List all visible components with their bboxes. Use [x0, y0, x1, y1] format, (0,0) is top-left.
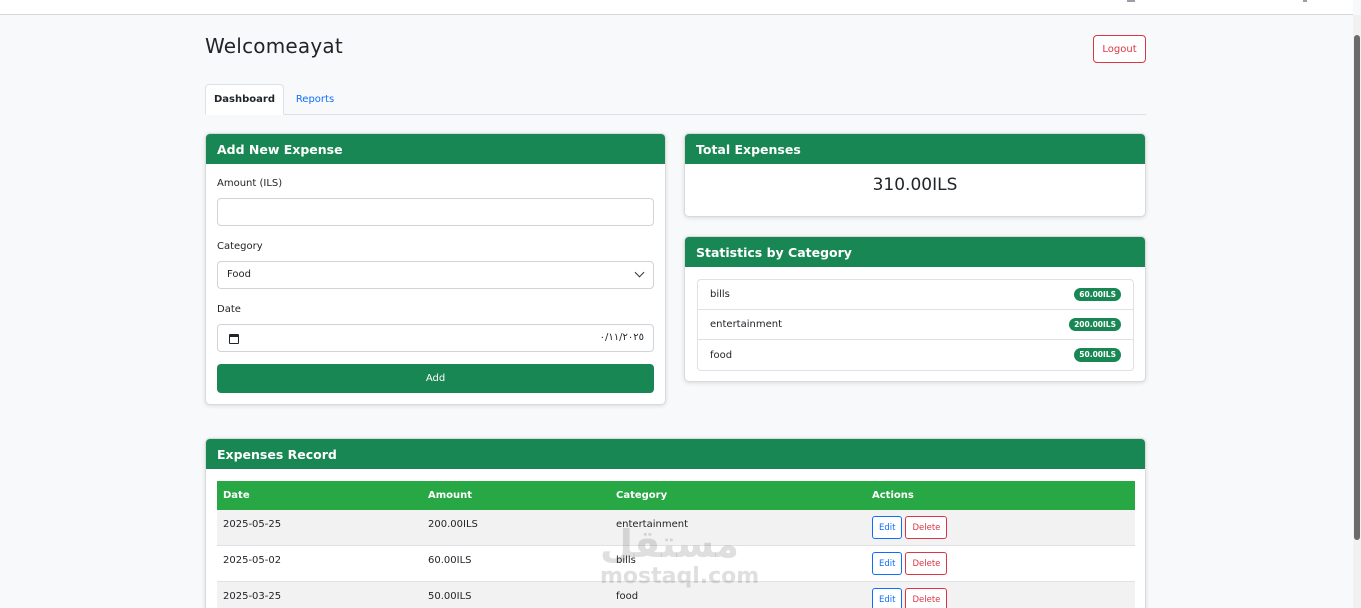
column-header-actions: Actions	[872, 490, 914, 501]
toolbar-icon	[1303, 0, 1307, 2]
row-amount: 50.00ILS	[428, 591, 472, 602]
edit-button[interactable]: Edit	[872, 552, 903, 575]
toolbar-icon	[1127, 0, 1135, 2]
add-button[interactable]: Add	[217, 364, 654, 393]
row-date: 2025-05-02	[223, 555, 282, 566]
column-header-date: Date	[223, 490, 250, 501]
row-actions: Edit Delete	[872, 510, 948, 545]
browser-top-bar	[0, 0, 1353, 15]
row-date: 2025-03-25	[223, 591, 282, 602]
add-expense-card: Add New Expense Amount (ILS) Category Fo…	[205, 133, 666, 405]
logout-button[interactable]: Logout	[1093, 35, 1146, 63]
statistics-list: bills 60.00ILS entertainment 200.00ILS f…	[697, 279, 1134, 371]
date-input[interactable]: ٠/١١/٢٠٢٥	[217, 324, 654, 352]
page-scrollbar[interactable]	[1353, 15, 1361, 608]
amount-input[interactable]	[217, 198, 654, 226]
category-name: bills	[710, 289, 730, 300]
category-selected-value: Food	[227, 269, 251, 280]
calendar-icon[interactable]	[229, 334, 239, 344]
category-name: entertainment	[710, 319, 782, 330]
edit-button[interactable]: Edit	[872, 516, 903, 539]
table-header: Date Amount Category Actions	[217, 481, 1135, 510]
welcome-title: Welcomeayat	[205, 34, 343, 58]
category-select[interactable]: Food	[217, 261, 654, 289]
total-expenses-card: Total Expenses 310.00ILS	[684, 133, 1146, 217]
row-category: food	[616, 591, 639, 602]
statistics-title: Statistics by Category	[685, 237, 1145, 267]
column-header-amount: Amount	[428, 490, 473, 501]
tab-reports[interactable]: Reports	[284, 84, 346, 115]
amount-badge: 60.00ILS	[1074, 287, 1121, 302]
total-expenses-value: 310.00ILS	[872, 175, 958, 195]
table-row: 2025-05-02 60.00ILS bills Edit Delete	[217, 546, 1135, 582]
edit-button[interactable]: Edit	[872, 588, 903, 608]
row-actions: Edit Delete	[872, 546, 948, 581]
table-row: 2025-05-25 200.00ILS entertainment Edit …	[217, 510, 1135, 546]
row-date: 2025-05-25	[223, 519, 282, 530]
column-header-category: Category	[616, 490, 668, 501]
expenses-table: Date Amount Category Actions 2025-05-25 …	[217, 481, 1135, 608]
scrollbar-thumb[interactable]	[1354, 35, 1360, 540]
list-item: food 50.00ILS	[698, 340, 1133, 370]
row-amount: 200.00ILS	[428, 519, 478, 530]
row-amount: 60.00ILS	[428, 555, 472, 566]
add-expense-title: Add New Expense	[206, 134, 665, 164]
tab-dashboard[interactable]: Dashboard	[205, 84, 284, 115]
expenses-record-card: Expenses Record Date Amount Category Act…	[205, 438, 1146, 608]
table-row: 2025-03-25 50.00ILS food Edit Delete	[217, 582, 1135, 608]
row-category: bills	[616, 555, 636, 566]
date-value: ٠/١١/٢٠٢٥	[599, 332, 644, 343]
row-category: entertainment	[616, 519, 688, 530]
delete-button[interactable]: Delete	[905, 516, 948, 539]
amount-badge: 200.00ILS	[1069, 317, 1121, 332]
date-label: Date	[217, 304, 241, 315]
row-actions: Edit Delete	[872, 582, 948, 608]
statistics-card: Statistics by Category bills 60.00ILS en…	[684, 236, 1146, 382]
amount-label: Amount (ILS)	[217, 178, 283, 189]
list-item: entertainment 200.00ILS	[698, 310, 1133, 340]
delete-button[interactable]: Delete	[905, 552, 948, 575]
list-item: bills 60.00ILS	[698, 280, 1133, 310]
delete-button[interactable]: Delete	[905, 588, 948, 608]
amount-badge: 50.00ILS	[1074, 348, 1121, 362]
category-label: Category	[217, 241, 263, 252]
chevron-down-icon	[634, 267, 645, 278]
category-name: food	[710, 349, 733, 361]
nav-tabs: Dashboard Reports	[205, 84, 1146, 115]
total-expenses-title: Total Expenses	[685, 134, 1145, 164]
expenses-record-title: Expenses Record	[206, 439, 1145, 469]
